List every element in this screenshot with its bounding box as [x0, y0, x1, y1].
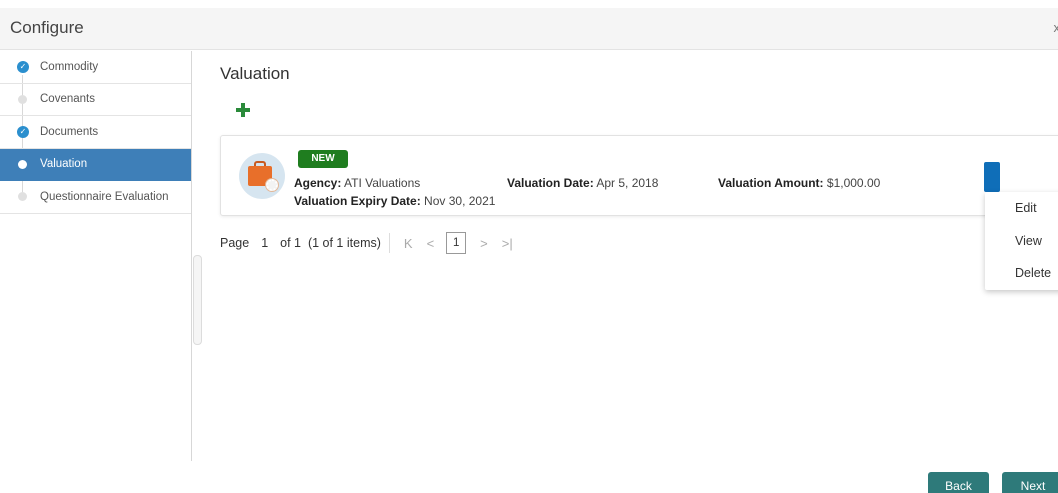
plus-icon[interactable] — [236, 103, 250, 117]
card-menu-button[interactable] — [984, 162, 1000, 192]
valuation-date-field: Valuation Date: Apr 5, 2018 — [507, 176, 658, 190]
step-label: Questionnaire Evaluation — [40, 190, 169, 203]
sidebar-step-questionnaire-evaluation[interactable]: Questionnaire Evaluation — [0, 181, 191, 214]
valuation-expiry-label: Valuation Expiry Date: — [294, 194, 421, 208]
active-dot-icon — [18, 159, 27, 169]
valuation-card: NEW Agency: ATI Valuations Valuation Dat… — [220, 135, 1058, 216]
close-icon[interactable]: x — [1054, 20, 1058, 35]
step-label: Commodity — [40, 60, 99, 73]
page-title: Configure — [10, 18, 84, 37]
step-label: Documents — [40, 125, 99, 138]
panel-resize-handle[interactable] — [193, 255, 202, 345]
step-sidebar: ✓ Commodity Covenants ✓ Documents Valuat… — [0, 51, 192, 461]
page-number: 1 — [261, 236, 269, 250]
first-page-icon[interactable]: K — [404, 236, 413, 251]
menu-item-edit[interactable]: Edit — [985, 192, 1058, 225]
pagination: Page 1 of 1 (1 of 1 items) K < 1 > >| — [220, 232, 513, 254]
valuation-amount-field: Valuation Amount: $1,000.00 — [718, 176, 880, 190]
check-icon: ✓ — [17, 125, 29, 138]
sidebar-step-covenants[interactable]: Covenants — [0, 84, 191, 116]
next-page-icon[interactable]: > — [480, 236, 488, 251]
valuation-amount-label: Valuation Amount: — [718, 176, 824, 190]
valuation-date-label: Valuation Date: — [507, 176, 594, 190]
step-label: Valuation — [40, 158, 88, 171]
pending-dot-icon — [18, 94, 27, 104]
menu-item-delete[interactable]: Delete — [985, 257, 1058, 290]
valuation-expiry-field: Valuation Expiry Date: Nov 30, 2021 — [294, 194, 495, 208]
sidebar-step-valuation[interactable]: Valuation — [0, 148, 191, 181]
menu-item-view[interactable]: View — [985, 225, 1058, 258]
sidebar-step-documents[interactable]: ✓ Documents — [0, 116, 191, 149]
header-bar: Configure x — [0, 8, 1058, 50]
valuation-expiry-value: Nov 30, 2021 — [424, 194, 496, 208]
next-button[interactable]: Next — [1002, 472, 1058, 493]
page-label: Page — [220, 236, 250, 250]
sidebar-step-commodity[interactable]: ✓ Commodity — [0, 51, 191, 84]
agency-field: Agency: ATI Valuations — [294, 176, 420, 190]
valuation-amount-value: $1,000.00 — [826, 176, 881, 190]
section-title: Valuation — [220, 64, 290, 83]
step-label: Covenants — [40, 93, 95, 106]
back-button[interactable]: Back — [928, 472, 989, 493]
current-page-button[interactable]: 1 — [446, 232, 467, 254]
valuation-date-value: Apr 5, 2018 — [596, 176, 659, 190]
pager-divider — [388, 233, 390, 253]
pending-dot-icon — [18, 192, 27, 202]
agency-value: ATI Valuations — [344, 176, 421, 190]
page-count: of 1 (1 of 1 items) — [280, 236, 381, 250]
prev-page-icon[interactable]: < — [427, 236, 435, 251]
briefcase-gear-icon — [239, 153, 285, 199]
status-badge: NEW — [298, 150, 348, 168]
check-icon: ✓ — [17, 60, 29, 73]
card-action-menu: Edit View Delete — [985, 192, 1058, 290]
last-page-icon[interactable]: >| — [502, 236, 513, 251]
agency-label: Agency: — [294, 176, 342, 190]
